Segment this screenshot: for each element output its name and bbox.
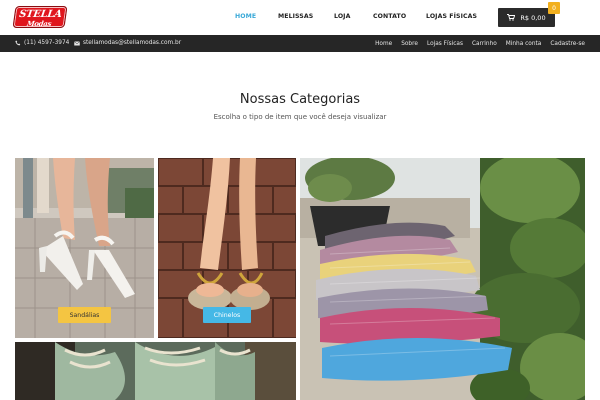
nav-contato[interactable]: CONTATO bbox=[373, 13, 406, 20]
nav-lojas-fisicas[interactable]: LOJAS FÍSICAS bbox=[426, 13, 477, 20]
category-tile-chinelos[interactable]: Chinelos bbox=[158, 158, 296, 338]
cart-total: R$ 0,00 bbox=[520, 13, 546, 22]
nav-loja[interactable]: LOJA bbox=[334, 13, 350, 20]
boots-photo bbox=[15, 342, 296, 400]
logo-subtext: Modas bbox=[26, 19, 52, 28]
phone-contact: (11) 4597-3974 bbox=[15, 40, 69, 46]
email-contact[interactable]: stellamodas@stellamodas.com.br bbox=[74, 40, 181, 46]
phone-number: (11) 4597-3974 bbox=[24, 40, 70, 46]
section-subtitle: Escolha o tipo de item que você deseja v… bbox=[213, 113, 387, 121]
category-label-chinelos[interactable]: Chinelos bbox=[203, 307, 251, 323]
category-tile-botas[interactable] bbox=[15, 342, 296, 400]
stella-modas-logo[interactable]: STELLA Modas bbox=[12, 6, 68, 28]
colorful-shoes-photo bbox=[300, 158, 585, 400]
site-header: STELLA Modas HOME MELISSAS LOJA CONTATO L… bbox=[0, 0, 600, 35]
nav-home[interactable]: HOME bbox=[235, 13, 256, 20]
toplink-sobre[interactable]: Sobre bbox=[401, 41, 418, 47]
phone-icon bbox=[15, 40, 21, 46]
cart-button[interactable]: R$ 0,00 bbox=[498, 8, 555, 27]
category-label-sandalias[interactable]: Sandálias bbox=[58, 307, 111, 323]
toplink-cadastre-se[interactable]: Cadastre-se bbox=[550, 41, 585, 47]
toplink-lojas-fisicas[interactable]: Lojas Físicas bbox=[427, 41, 463, 47]
top-info-bar: (11) 4597-3974 stellamodas@stellamodas.c… bbox=[0, 35, 600, 52]
cart-count-badge: 0 bbox=[548, 2, 560, 14]
section-title: Nossas Categorias bbox=[239, 92, 361, 107]
toplink-carrinho[interactable]: Carrinho bbox=[472, 41, 497, 47]
toplink-minha-conta[interactable]: Minha conta bbox=[506, 41, 542, 47]
envelope-icon bbox=[74, 40, 80, 45]
email-address: stellamodas@stellamodas.com.br bbox=[83, 40, 182, 46]
toplink-home[interactable]: Home bbox=[375, 41, 392, 47]
category-tile-sandalias[interactable]: Sandálias bbox=[15, 158, 154, 338]
category-tile-melissas[interactable] bbox=[300, 158, 585, 400]
top-links: Home Sobre Lojas Físicas Carrinho Minha … bbox=[366, 35, 585, 52]
shopping-cart-icon bbox=[507, 14, 516, 21]
nav-melissas[interactable]: MELISSAS bbox=[278, 13, 313, 20]
